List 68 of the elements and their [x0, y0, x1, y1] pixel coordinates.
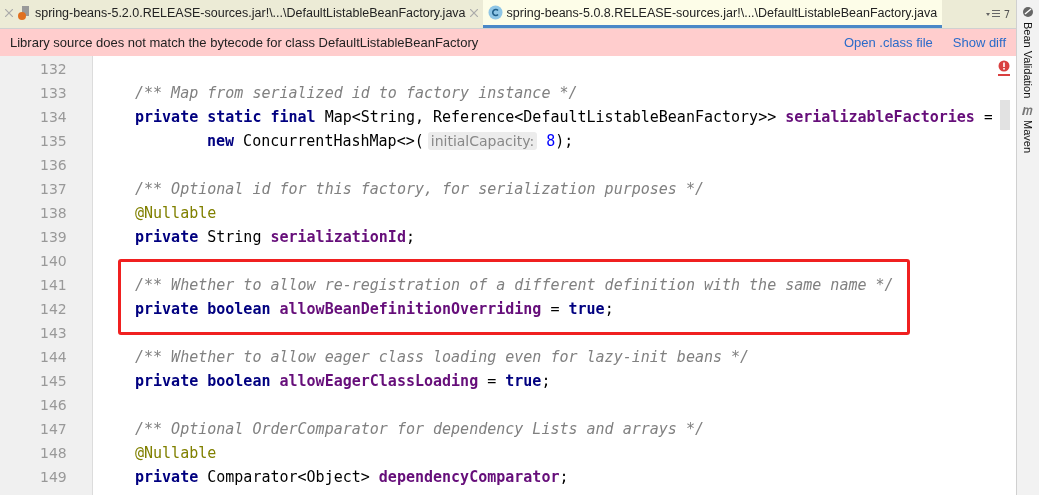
code-token: /** Map from serialized id to factory instance */	[135, 84, 578, 102]
code-token: /** Optional OrderComparator for dependency Lists and arrays */	[135, 420, 704, 438]
parameter-hint: initialCapacity:	[427, 132, 538, 150]
line-number: 146	[39, 396, 68, 415]
code-token: String	[206, 228, 263, 246]
code-token: =	[982, 108, 993, 126]
code-token: ;	[559, 468, 569, 486]
line-number: 141	[39, 276, 68, 295]
line-number: 147	[39, 420, 68, 439]
code-token: ConcurrentHashMap<>(	[242, 132, 424, 150]
banner-link[interactable]: Show diff	[952, 35, 1006, 50]
code-token: ;	[604, 300, 614, 318]
tool-window-button[interactable]: Bean Validation	[1022, 22, 1034, 99]
code-token: new	[207, 132, 235, 150]
code-token: Comparator<Object>	[206, 468, 371, 486]
code-token: 8	[545, 132, 556, 150]
code-token: true	[505, 372, 542, 390]
code-token: private	[135, 228, 199, 246]
code-token: /** Optional id for this factory, for serialization purposes */	[135, 180, 704, 198]
code-token: private	[135, 468, 199, 486]
line-number: 142	[39, 300, 68, 319]
class-icon	[487, 5, 503, 20]
line-number: 138	[39, 204, 68, 223]
maven-icon	[1021, 104, 1035, 117]
line-number: 134	[39, 108, 68, 127]
banner-message: Library source does not match the bytecode for class DefaultListableBeanFactory	[10, 35, 480, 50]
code-token: @Nullable	[135, 204, 217, 222]
code-token: dependencyComparator	[378, 468, 560, 486]
line-number: 135	[39, 132, 68, 151]
code-token: private boolean	[135, 372, 272, 390]
jar-file-icon	[17, 4, 31, 21]
code-token: =	[549, 300, 561, 318]
line-number: 144	[39, 348, 68, 367]
line-number: 139	[39, 228, 68, 247]
line-number: 149	[39, 468, 68, 487]
banner-link[interactable]: Open .class file	[843, 35, 933, 50]
code-token: allowBeanDefinitionOverriding	[279, 300, 542, 318]
code-token: @Nullable	[135, 444, 217, 462]
code-token: private boolean	[135, 300, 272, 318]
close-icon[interactable]	[469, 8, 478, 17]
code-token: ;	[405, 228, 415, 246]
scrollbar-thumb[interactable]	[1000, 100, 1010, 130]
line-number: 143	[39, 324, 68, 343]
code-token: /** Whether to allow re-registration of a different definition with the same name */	[135, 276, 894, 294]
line-number: 145	[39, 372, 68, 391]
code-token: allowEagerClassLoading	[279, 372, 479, 390]
code-token: serializableFactories	[785, 108, 975, 126]
line-number: 140	[39, 252, 68, 271]
line-number: 136	[39, 156, 68, 175]
line-number: 148	[39, 444, 68, 463]
editor-tab[interactable]: spring-beans-5.0.8.RELEASE-sources.jar!\...\DefaultListableBeanFactory.java	[482, 0, 943, 28]
list-icon	[985, 9, 1002, 19]
bean-icon	[1022, 6, 1034, 18]
close-icon[interactable]	[5, 8, 13, 17]
code-token: =	[486, 372, 498, 390]
error-icon	[998, 60, 1010, 76]
code-token: Map<String, Reference<DefaultListableBeanFactory>>	[323, 108, 778, 126]
code-token: ;	[541, 372, 551, 390]
code-token: /** Whether to allow eager class loading even for lazy-init beans */	[135, 348, 750, 366]
line-number: 137	[39, 180, 68, 199]
tool-window-button[interactable]: Maven	[1022, 120, 1034, 154]
code-token: serializationId	[270, 228, 406, 246]
line-number: 132	[39, 60, 68, 79]
tab-overflow-button[interactable]: 7	[979, 0, 1016, 28]
code-token: true	[568, 300, 605, 318]
code-token: );	[555, 132, 574, 150]
line-number: 133	[39, 84, 68, 103]
code-token: private static final	[135, 108, 316, 126]
